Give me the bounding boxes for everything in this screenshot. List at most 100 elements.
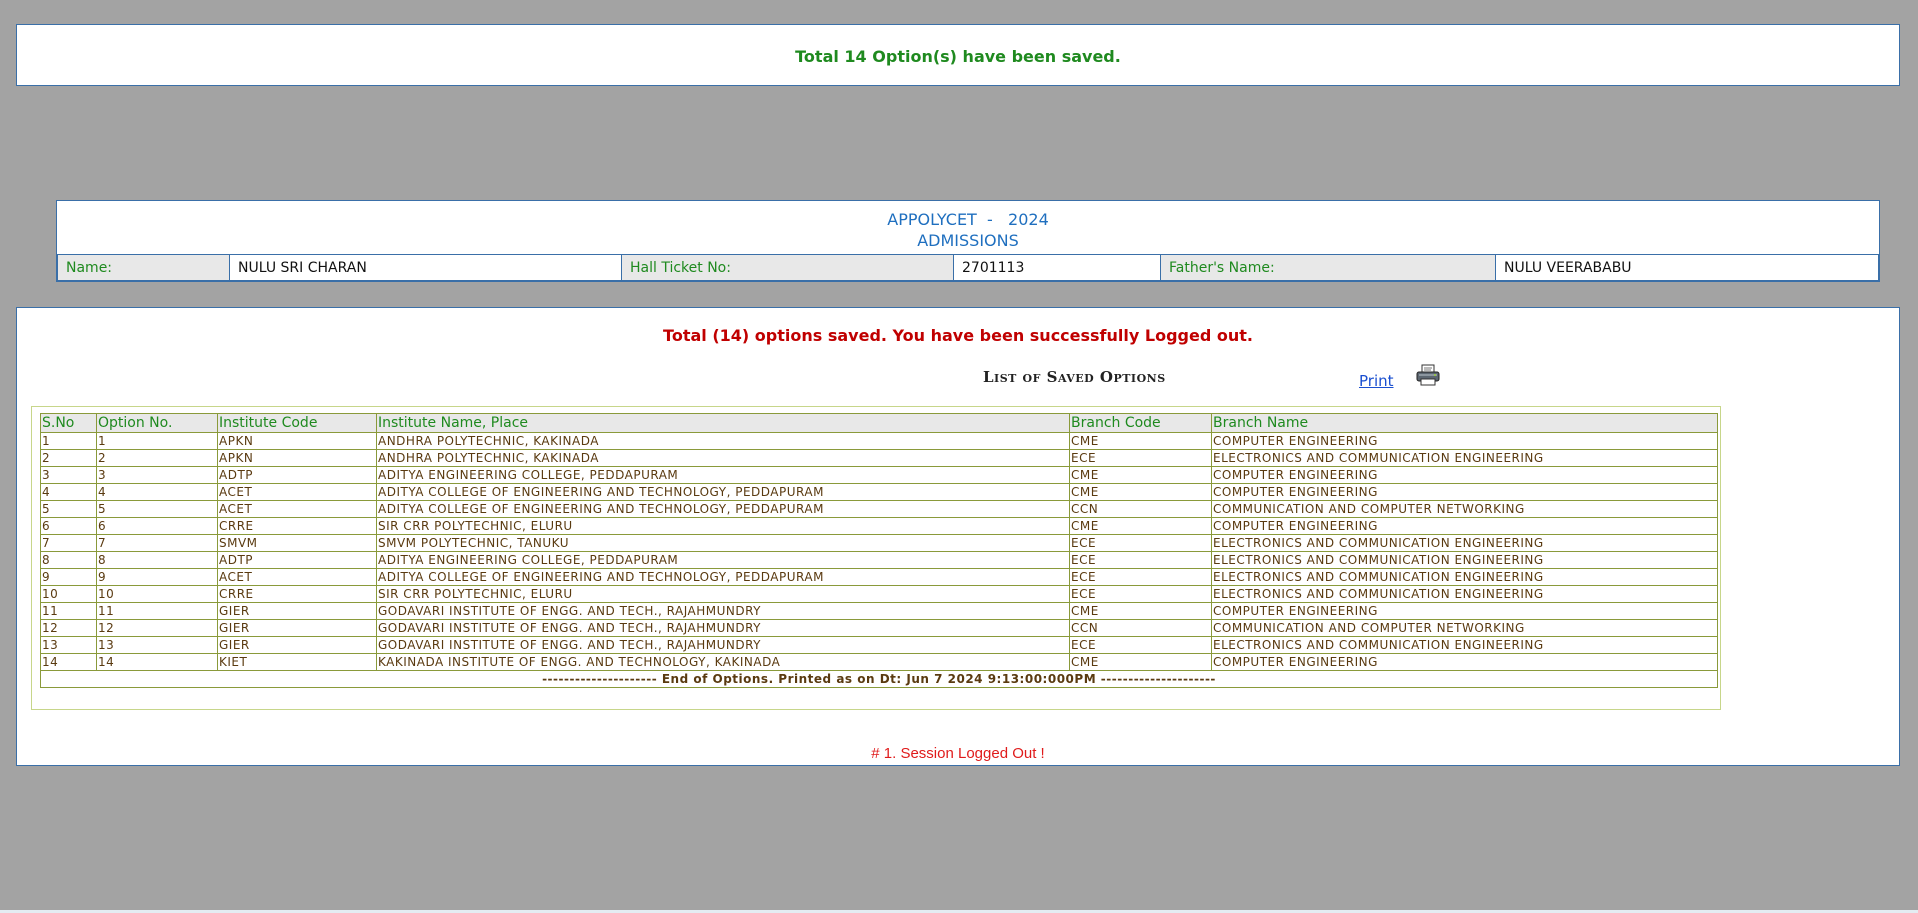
cell-branch-code: CCN (1069, 619, 1212, 637)
cell-branch-name: COMPUTER ENGINEERING (1211, 653, 1718, 671)
table-row: 6 6 CRRE SIR CRR POLYTECHNIC, ELURU CME COMPU… (40, 517, 1718, 535)
col-header-branch-name: Branch Name (1211, 413, 1718, 433)
printer-icon[interactable] (1416, 364, 1442, 386)
cell-institute-name: ADITYA COLLEGE OF ENGINEERING AND TECHNO… (376, 568, 1070, 586)
cell-branch-code: CME (1069, 602, 1212, 620)
cell-branch-name: ELECTRONICS AND COMMUNICATION ENGINEERIN… (1211, 534, 1718, 552)
cell-institute-code: KIET (217, 653, 377, 671)
cell-option-no: 11 (96, 602, 218, 620)
cell-institute-name: SMVM POLYTECHNIC, TANUKU (376, 534, 1070, 552)
cell-branch-name: COMPUTER ENGINEERING (1211, 466, 1718, 484)
father-name-value: NULU VEERABABU (1495, 254, 1879, 281)
cell-institute-name: GODAVARI INSTITUTE OF ENGG. AND TECH., R… (376, 636, 1070, 654)
cell-sno: 3 (40, 466, 97, 484)
col-header-branch-code: Branch Code (1069, 413, 1212, 433)
cell-institute-name: SIR CRR POLYTECHNIC, ELURU (376, 585, 1070, 603)
cell-option-no: 9 (96, 568, 218, 586)
cell-branch-name: COMMUNICATION AND COMPUTER NETWORKING (1211, 619, 1718, 637)
table-row: 1 1 APKN ANDHRA POLYTECHNIC, KAKINADA CME COM… (40, 432, 1718, 450)
cell-sno: 5 (40, 500, 97, 518)
table-row: 7 7 SMVM SMVM POLYTECHNIC, TANUKU ECE ELECTRO… (40, 534, 1718, 552)
cell-institute-code: CRRE (217, 517, 377, 535)
cell-sno: 1 (40, 432, 97, 450)
table-row: 8 8 ADTP ADITYA ENGINEERING COLLEGE, PEDDAP… (40, 551, 1718, 569)
cell-institute-code: SMVM (217, 534, 377, 552)
cell-institute-code: GIER (217, 602, 377, 620)
table-row: 11 11 GIER GODAVARI INSTITUTE OF ENGG. AND … (40, 602, 1718, 620)
table-row: 2 2 APKN ANDHRA POLYTECHNIC, KAKINADA ECE ELE… (40, 449, 1718, 467)
table-footer-row: --------------------- End of Options. Pr… (40, 670, 1718, 688)
cell-sno: 4 (40, 483, 97, 501)
cell-branch-code: ECE (1069, 534, 1212, 552)
save-confirmation-panel: Total 14 Option(s) have been saved. (16, 24, 1900, 86)
cell-branch-code: CME (1069, 432, 1212, 450)
cell-option-no: 14 (96, 653, 218, 671)
col-header-sno: S.No (40, 413, 97, 433)
cell-institute-name: SIR CRR POLYTECHNIC, ELURU (376, 517, 1070, 535)
cell-branch-code: CME (1069, 466, 1212, 484)
cell-sno: 2 (40, 449, 97, 467)
table-header-row: S.No Option No. Institute Code Institute… (40, 413, 1718, 433)
cell-option-no: 12 (96, 619, 218, 637)
cell-institute-name: ANDHRA POLYTECHNIC, KAKINADA (376, 449, 1070, 467)
cell-branch-name: ELECTRONICS AND COMMUNICATION ENGINEERIN… (1211, 568, 1718, 586)
col-header-institute-name: Institute Name, Place (376, 413, 1070, 433)
cell-sno: 6 (40, 517, 97, 535)
cell-institute-code: GIER (217, 636, 377, 654)
cell-institute-name: KAKINADA INSTITUTE OF ENGG. AND TECHNOLO… (376, 653, 1070, 671)
cell-branch-name: ELECTRONICS AND COMMUNICATION ENGINEERIN… (1211, 551, 1718, 569)
saved-options-table-container: S.No Option No. Institute Code Institute… (31, 406, 1721, 710)
cell-institute-code: APKN (217, 449, 377, 467)
cell-institute-code: APKN (217, 432, 377, 450)
cell-sno: 13 (40, 636, 97, 654)
cell-institute-name: ADITYA ENGINEERING COLLEGE, PEDDAPURAM (376, 551, 1070, 569)
cell-branch-name: ELECTRONICS AND COMMUNICATION ENGINEERIN… (1211, 449, 1718, 467)
logout-message: Total (14) options saved. You have been … (663, 326, 1253, 345)
cell-branch-name: COMPUTER ENGINEERING (1211, 432, 1718, 450)
name-label: Name: (57, 254, 230, 281)
table-row: 12 12 GIER GODAVARI INSTITUTE OF ENGG. AND … (40, 619, 1718, 637)
cell-option-no: 3 (96, 466, 218, 484)
cell-sno: 11 (40, 602, 97, 620)
table-row: 10 10 CRRE SIR CRR POLYTECHNIC, ELURU ECE ELE… (40, 585, 1718, 603)
saved-options-panel: Total (14) options saved. You have been … (16, 307, 1900, 766)
candidate-header-panel: APPOLYCET - 2024 ADMISSIONS Name: NULU S… (56, 200, 1880, 282)
col-header-option-no: Option No. (96, 413, 218, 433)
cell-option-no: 10 (96, 585, 218, 603)
cell-institute-code: ADTP (217, 551, 377, 569)
cell-branch-code: ECE (1069, 568, 1212, 586)
print-link[interactable]: Print (1359, 372, 1394, 390)
cell-option-no: 6 (96, 517, 218, 535)
cell-option-no: 5 (96, 500, 218, 518)
cell-branch-code: ECE (1069, 449, 1212, 467)
cell-branch-code: ECE (1069, 551, 1212, 569)
list-title: List of Saved Options (983, 368, 1166, 386)
exam-title: APPOLYCET - 2024 (887, 210, 1049, 229)
cell-branch-code: ECE (1069, 585, 1212, 603)
cell-institute-code: ACET (217, 568, 377, 586)
cell-institute-code: GIER (217, 619, 377, 637)
name-value: NULU SRI CHARAN (229, 254, 622, 281)
cell-institute-code: ACET (217, 500, 377, 518)
cell-institute-name: ADITYA ENGINEERING COLLEGE, PEDDAPURAM (376, 466, 1070, 484)
cell-branch-code: CME (1069, 653, 1212, 671)
father-name-label: Father's Name: (1160, 254, 1496, 281)
cell-option-no: 8 (96, 551, 218, 569)
saved-options-table: S.No Option No. Institute Code Institute… (40, 413, 1718, 688)
cell-option-no: 1 (96, 432, 218, 450)
cell-option-no: 4 (96, 483, 218, 501)
cell-option-no: 7 (96, 534, 218, 552)
table-row: 9 9 ACET ADITYA COLLEGE OF ENGINEERING AND … (40, 568, 1718, 586)
end-of-options-footer: --------------------- End of Options. Pr… (40, 670, 1718, 688)
cell-sno: 9 (40, 568, 97, 586)
save-confirmation-message: Total 14 Option(s) have been saved. (795, 47, 1121, 66)
cell-branch-code: CCN (1069, 500, 1212, 518)
cell-institute-name: GODAVARI INSTITUTE OF ENGG. AND TECH., R… (376, 602, 1070, 620)
col-header-institute-code: Institute Code (217, 413, 377, 433)
cell-branch-name: ELECTRONICS AND COMMUNICATION ENGINEERIN… (1211, 636, 1718, 654)
cell-branch-name: COMMUNICATION AND COMPUTER NETWORKING (1211, 500, 1718, 518)
cell-institute-name: GODAVARI INSTITUTE OF ENGG. AND TECH., R… (376, 619, 1070, 637)
hall-ticket-label: Hall Ticket No: (621, 254, 954, 281)
session-logged-out-message: # 1. Session Logged Out ! (871, 745, 1045, 762)
table-row: 14 14 KIET KAKINADA INSTITUTE OF ENGG. AND … (40, 653, 1718, 671)
